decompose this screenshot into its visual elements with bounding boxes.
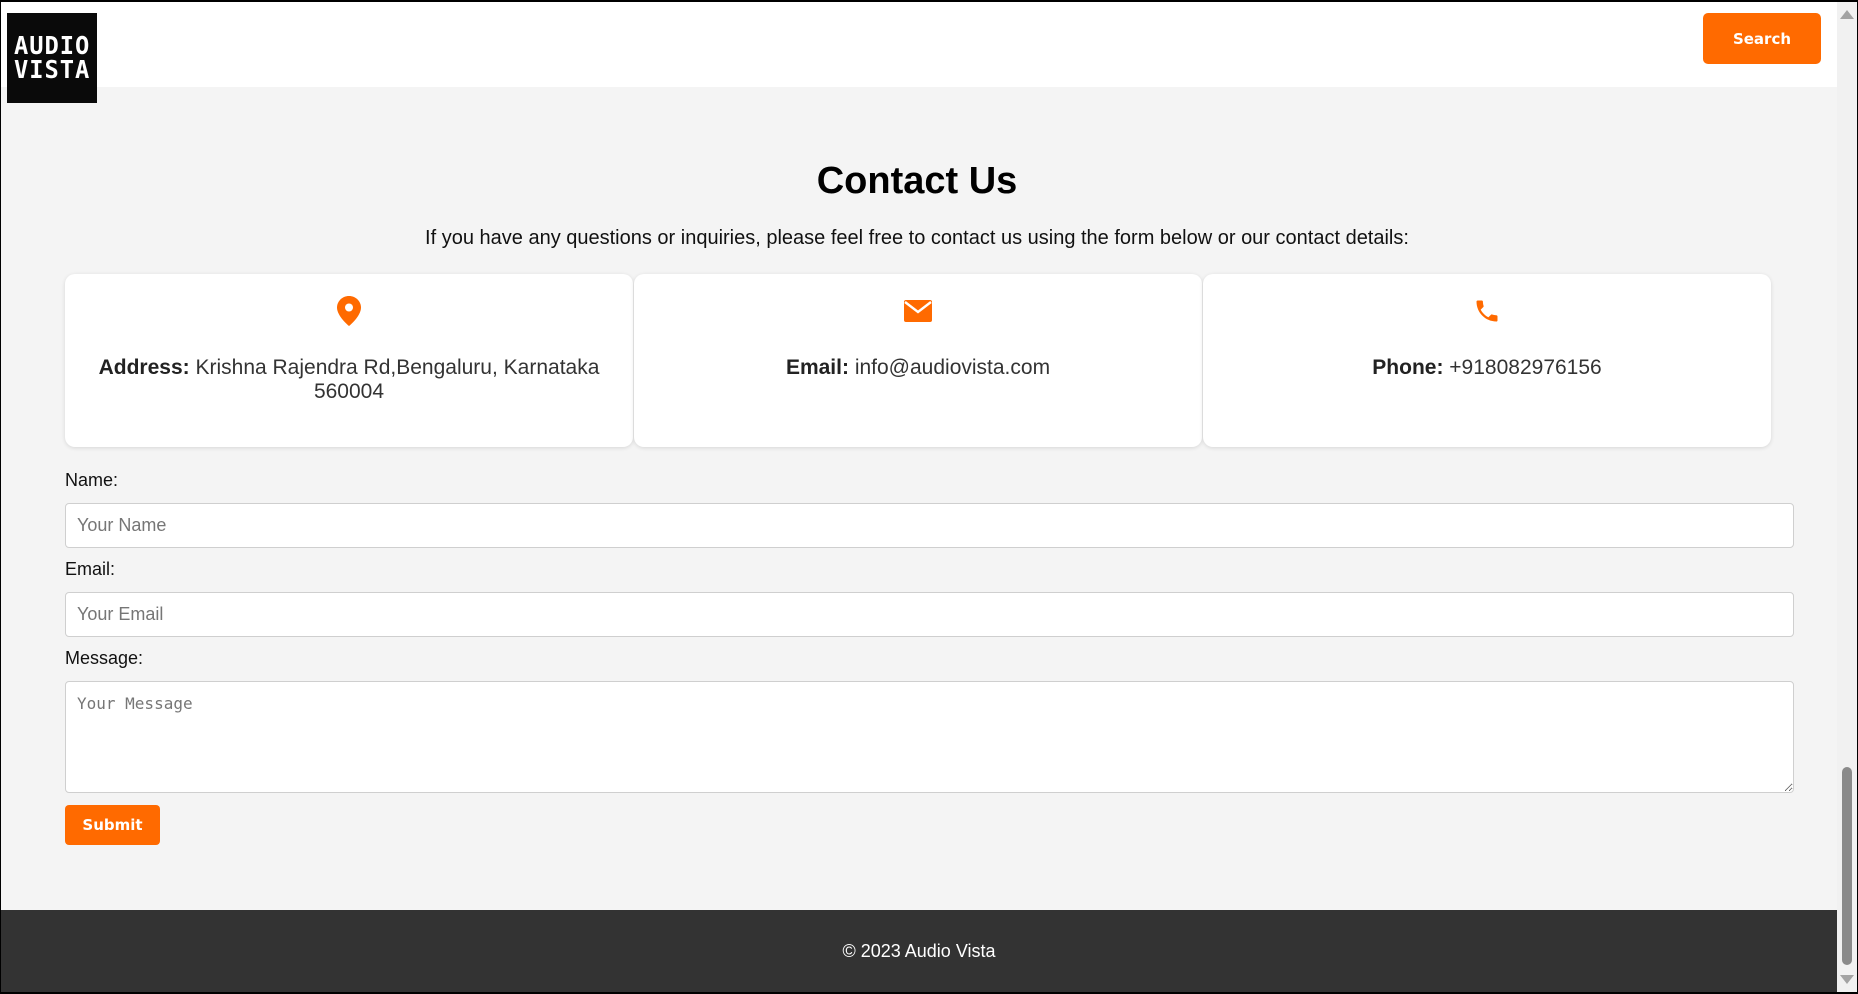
message-label: Message: <box>65 648 144 668</box>
email-input[interactable] <box>65 592 1794 637</box>
email-text: Email: info@audiovista.com <box>664 356 1172 380</box>
email-value[interactable]: info@audiovista.com <box>855 356 1050 379</box>
phone-text: Phone: +918082976156 <box>1233 356 1741 380</box>
email-label: Email: <box>785 356 849 379</box>
email-field-label: Email: <box>65 559 116 579</box>
message-textarea[interactable] <box>65 681 1794 793</box>
audio-vista-logo[interactable]: AUDIO VISTA <box>7 13 97 103</box>
logo-text-line2: VISTA <box>13 55 91 84</box>
submit-button[interactable]: Submit <box>65 805 160 845</box>
vertical-scrollbar[interactable] <box>1837 2 1857 992</box>
site-footer: © 2023 Audio Vista <box>1 910 1837 992</box>
page-title: Contact Us <box>816 160 1018 202</box>
phone-icon <box>1203 294 1771 328</box>
site-header: AUDIO VISTA Search <box>1 2 1837 103</box>
scrollbar-thumb[interactable] <box>1842 767 1852 965</box>
address-value: Krishna Rajendra Rd,Bengaluru, Karnataka… <box>195 356 600 403</box>
address-text: Address: Krishna Rajendra Rd,Bengaluru, … <box>95 356 603 404</box>
envelope-icon <box>634 294 1202 328</box>
phone-label: Phone: <box>1372 356 1444 379</box>
copyright-text: © 2023 Audio Vista <box>842 941 996 961</box>
phone-card: Phone: +918082976156 <box>1203 274 1771 447</box>
scroll-down-arrow-icon[interactable] <box>1840 975 1854 984</box>
phone-value[interactable]: +918082976156 <box>1449 356 1601 379</box>
search-button[interactable]: Search <box>1703 13 1821 64</box>
contact-intro: If you have any questions or inquiries, … <box>425 227 1409 249</box>
email-card: Email: info@audiovista.com <box>634 274 1202 447</box>
scroll-up-arrow-icon[interactable] <box>1840 10 1854 19</box>
page-viewport: AUDIO VISTA Search Contact Us If you hav… <box>1 2 1837 992</box>
name-label: Name: <box>65 470 119 490</box>
name-input[interactable] <box>65 503 1794 548</box>
address-label: Address: <box>98 356 190 379</box>
browser-window: AUDIO VISTA Search Contact Us If you hav… <box>1 2 1857 992</box>
location-pin-icon <box>65 294 633 328</box>
address-card: Address: Krishna Rajendra Rd,Bengaluru, … <box>65 274 633 447</box>
